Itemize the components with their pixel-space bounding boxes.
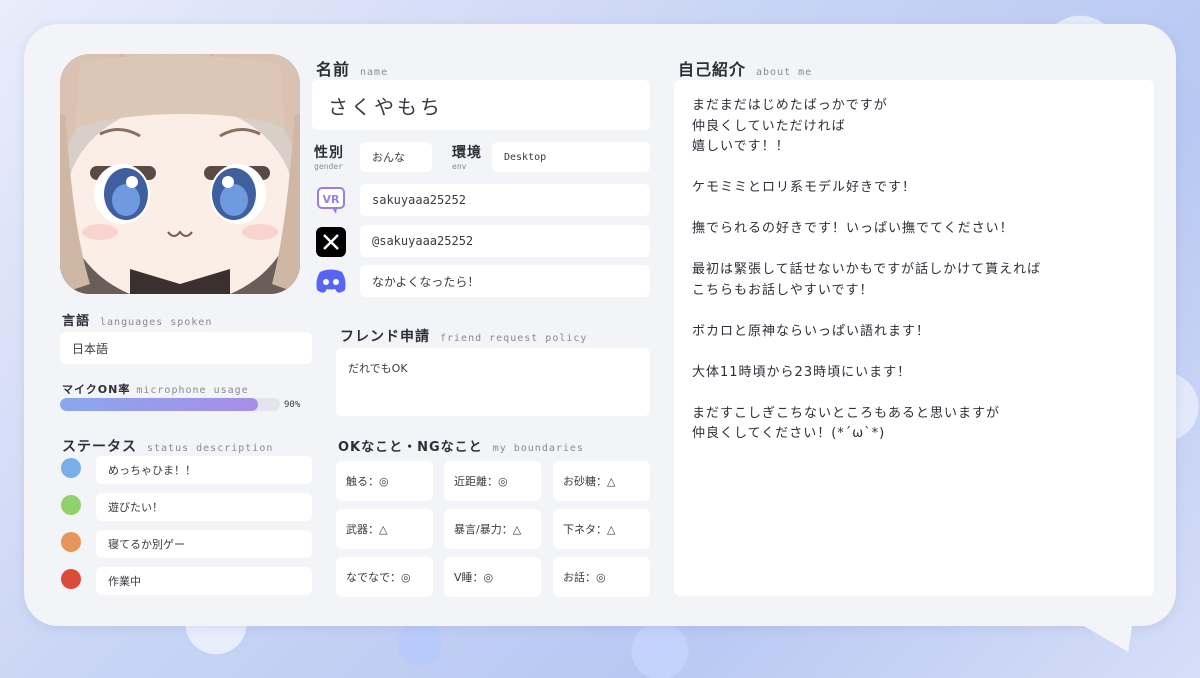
status-dot-play <box>61 495 81 515</box>
boundary-close-distance: 近距離：◎ <box>444 461 541 501</box>
gender-sub: gender <box>314 162 343 171</box>
avatar-illustration <box>60 54 300 294</box>
about-text: まだまだはじめたばっかですが 仲良くしていただければ 嬉しいです！！ ケモミミと… <box>692 98 1042 441</box>
status-dot-sleep <box>61 532 81 552</box>
friend-panel: だれでもOK <box>336 348 650 416</box>
status-heading: ステータス status description <box>62 439 274 455</box>
boundary-talk: お話：◎ <box>553 557 650 597</box>
boundary-dirty-jokes: 下ネタ：△ <box>553 509 650 549</box>
mic-percent: 90% <box>284 400 301 410</box>
boundary-violence: 暴言/暴力：△ <box>444 509 541 549</box>
vrchat-field: sakuyaaa25252 <box>360 184 650 216</box>
env-field: Desktop <box>492 142 650 172</box>
friend-value: だれでもOK <box>348 362 408 375</box>
boundary-headpats: なでなで：◎ <box>336 557 433 597</box>
x-icon <box>316 227 346 257</box>
discord-field: なかよくなったら！ <box>360 265 650 297</box>
status-dot-free <box>61 458 81 478</box>
avatar <box>60 54 300 294</box>
name-heading: 名前 name <box>316 60 389 79</box>
discord-icon <box>314 268 348 294</box>
env-heading: 環境 <box>452 145 482 161</box>
languages-field: 日本語 <box>60 332 312 364</box>
mic-progress-bar <box>60 398 280 411</box>
languages-heading: 言語 languages spoken <box>62 314 213 329</box>
gender-field: おんな <box>360 142 432 172</box>
speech-bubble-tail <box>1032 600 1136 652</box>
boundary-sugar: お砂糖：△ <box>553 461 650 501</box>
env-sub: env <box>452 162 467 171</box>
about-heading: 自己紹介 about me <box>678 60 813 79</box>
boundaries-heading: OKなこと・NGなこと my boundaries <box>338 440 584 455</box>
status-label-play: 遊びたい！ <box>96 493 312 521</box>
mic-heading: マイクON率 microphone usage <box>62 383 249 396</box>
gender-heading: 性別 <box>314 145 344 161</box>
status-label-work: 作業中 <box>96 567 312 595</box>
mic-progress-fill <box>60 398 258 411</box>
vrchat-icon: VR <box>316 186 346 216</box>
name-field: さくやもち <box>312 80 650 130</box>
friend-heading: フレンド申請 friend request policy <box>340 329 588 345</box>
svg-text:VR: VR <box>323 193 341 206</box>
status-label-free: めっちゃひま！！ <box>96 456 312 484</box>
boundary-touch: 触る：◎ <box>336 461 433 501</box>
status-label-sleep: 寝てるか別ゲー <box>96 530 312 558</box>
x-field: @sakuyaaa25252 <box>360 225 650 257</box>
boundary-weapons: 武器：△ <box>336 509 433 549</box>
status-dot-work <box>61 569 81 589</box>
boundary-vr-sleep: V睡：◎ <box>444 557 541 597</box>
